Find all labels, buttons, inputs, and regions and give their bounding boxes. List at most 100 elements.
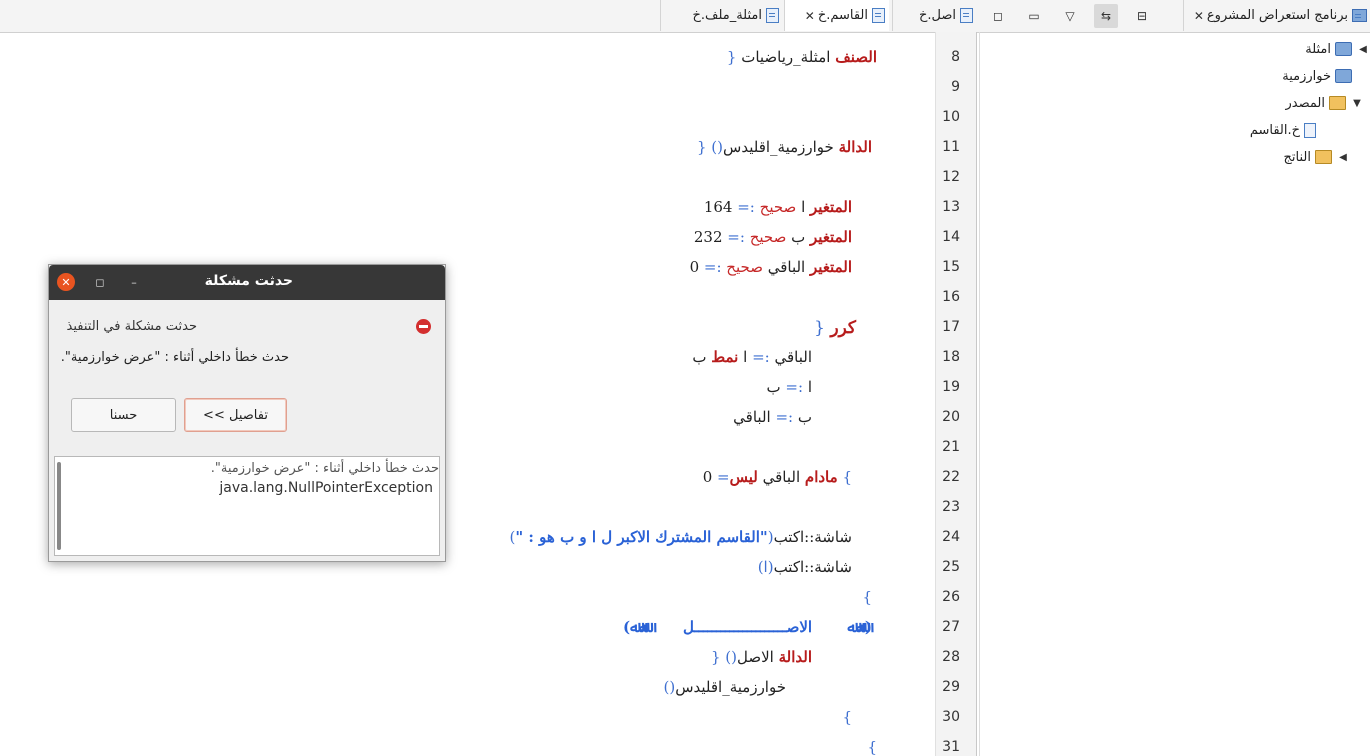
brace: { [814,318,825,338]
close-icon[interactable]: ✕ [57,273,75,291]
tree-item-label: خ.القاسم [1249,122,1300,138]
variable: ب [797,408,812,426]
line-number: 22 [942,469,960,485]
keyword: المتغير [810,228,852,246]
tree-item-label: امثلة [1305,41,1331,57]
link-with-editor-icon[interactable]: ⇆ [1094,3,1118,28]
collapse-all-icon[interactable]: ⊟ [1130,4,1154,28]
tree-item-label: الناتج [1283,149,1311,165]
expanded-arrow-icon[interactable]: ▼ [1350,98,1364,109]
keyword: مادام [804,468,838,486]
line-number: 17 [942,319,960,335]
folder-icon [1329,96,1346,110]
code-line-29: خوارزمية_اقليدس() [663,678,786,696]
operator: := [775,408,794,426]
code-line-8: الصنف امثلة_رياضيات { [727,48,877,66]
tree-item[interactable]: خ.القاسم [1250,119,1320,141]
keyword: ليس [729,468,758,486]
variable: ب [791,228,806,246]
tree-item[interactable]: خوارزمية [1282,65,1370,87]
minimize-icon[interactable]: – [125,273,143,291]
function-call: شاشة::اكتب [773,558,852,576]
file-icon [766,8,779,23]
dialog-detail: حدث خطأ داخلي أثناء : "عرض خوارزمية". [60,350,289,365]
code-line-19: ا := ب [767,378,812,396]
variable: ب [766,378,781,396]
type: صحيح [749,228,787,246]
line-number: 19 [942,379,960,395]
code-line-31: } [867,738,877,756]
close-icon[interactable]: ✕ [1194,9,1204,23]
brace: } [842,708,852,726]
line-number: 20 [942,409,960,425]
maximize-icon[interactable]: ◻ [986,4,1010,28]
tab-asl-label: اصل.خ [918,8,956,23]
operator: := [737,198,755,216]
view-menu-icon[interactable]: ▽ [1058,4,1082,28]
tab-qasim[interactable]: القاسم.خ ✕ [784,0,889,31]
tree-item-label: المصدر [1285,95,1325,111]
tree-item[interactable]: ▼ المصدر [1286,92,1364,114]
ok-button[interactable]: حسنا [71,398,176,432]
operator: := [727,228,745,246]
tab-project-explorer[interactable]: برنامج استعراض المشروع ✕ [1183,0,1370,31]
line-number: 14 [942,229,960,245]
line-number: 10 [942,109,960,125]
code-line-30: } [842,708,852,726]
details-line: java.lang.NullPointerException [219,480,433,496]
keyword: المتغير [810,258,852,276]
project-explorer: ◀ امثلة خوارزمية ▼ المصدر خ.القاسم ◀ الن… [980,32,1370,756]
brace: } [842,468,852,486]
code-line-27: (ﷲﷲ الاصـــــــــــــــــــــل ﷲﷲ) [623,618,872,636]
details-textarea[interactable]: حدث خطأ داخلي أثناء : "عرض خوارزمية". ja… [54,456,440,556]
tree-item[interactable]: ◀ امثلة [1305,38,1370,60]
close-icon[interactable]: ✕ [805,9,815,23]
line-number: 24 [942,529,960,545]
details-button[interactable]: << تفاصيل [184,398,287,432]
keyword: الدالة [838,138,872,156]
collapsed-arrow-icon[interactable]: ◀ [1356,44,1370,55]
line-number: 8 [951,49,960,65]
brace: { [726,48,737,66]
number: 232 [693,228,723,246]
variable: الباقي [733,408,771,426]
line-number: 13 [942,199,960,215]
scrollbar[interactable] [57,462,61,550]
keyword: كرر [830,318,856,338]
brace: { [696,138,707,156]
brace: { [710,648,721,666]
project-explorer-icon [1352,9,1367,22]
code-line-17: كرر { [814,318,856,338]
keyword: الصنف [835,48,877,66]
tree-item[interactable]: ◀ الناتج [1284,146,1350,168]
line-number: 29 [942,679,960,695]
variable: الباقي [762,468,801,486]
tab-amthila-label: امثلة_ملف.خ [692,8,762,23]
code-line-26: } [862,588,872,606]
error-icon [416,319,431,334]
line-number: 9 [951,79,960,95]
minimize-icon[interactable]: ▭ [1022,4,1046,28]
line-number-gutter: 8 9 10 11 12 13 14 15 16 17 18 19 20 21 … [935,32,976,756]
brace: } [862,588,872,606]
maximize-icon[interactable]: ◻ [91,273,109,291]
dialog-titlebar[interactable]: ✕ ◻ – حدثت مشكلة [49,265,445,300]
code-line-11: الدالة خوارزمية_اقليدس() { [697,138,872,156]
keyword: نمط [711,348,739,366]
line-number: 25 [942,559,960,575]
line-number: 27 [942,619,960,635]
line-number: 12 [942,169,960,185]
collapsed-arrow-icon[interactable]: ◀ [1336,152,1350,163]
brace: } [867,738,877,756]
tab-amthila[interactable]: امثلة_ملف.خ [660,0,783,31]
keyword: المتغير [810,198,852,216]
function-call: خوارزمية_اقليدس [675,678,786,696]
tab-asl[interactable]: اصل.خ [892,0,977,31]
number: 0 [702,468,713,486]
dialog-message: حدثت مشكلة في التنفيذ [66,319,197,334]
file-icon [960,8,973,23]
class-name: امثلة_رياضيات [741,48,831,66]
pane-divider[interactable] [976,32,977,756]
variable: ا [807,378,812,396]
code-line-25: شاشة::اكتب(ا) [758,558,852,576]
